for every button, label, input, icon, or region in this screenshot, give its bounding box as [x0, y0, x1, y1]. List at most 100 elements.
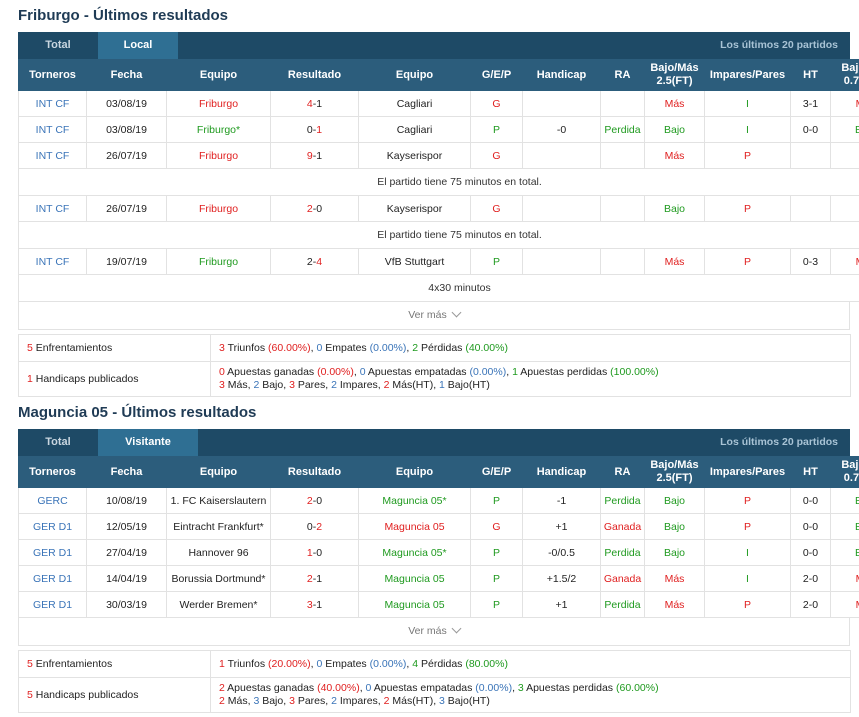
odd-even: P [704, 591, 791, 618]
summary-segment: (0.00%) [369, 657, 407, 670]
handicap: -0/0.5 [522, 539, 601, 566]
column-header: G/E/P [470, 59, 523, 91]
summary-label-text: Enfrentamientos [32, 657, 113, 670]
home-team[interactable]: Friburgo [166, 195, 271, 222]
summary-values: 1 Triunfos (20.00%), 0 Empates (0.00%), … [210, 650, 851, 678]
score: 9-1 [270, 142, 359, 169]
tournament[interactable]: GER D1 [18, 539, 87, 566]
results-block: Total Local Los últimos 20 partidos Tornero… [18, 32, 859, 397]
header-row: Torneros Fecha Equipo Resultado Equipo G/E/P H… [18, 456, 859, 488]
summary-segment: (20.00%) [268, 657, 311, 670]
odd-even: I [704, 90, 791, 117]
last-matches-note: Los últimos 20 partidos [720, 436, 838, 448]
summary-values: 0 Apuestas ganadas (0.00%), 0 Apuestas e… [210, 361, 851, 397]
away-team[interactable]: Kayserispor [358, 142, 471, 169]
tournament[interactable]: GERC [18, 487, 87, 514]
match-date: 03/08/19 [86, 116, 167, 143]
home-team[interactable]: Friburgo [166, 248, 271, 275]
tournament[interactable]: GER D1 [18, 591, 87, 618]
chevron-down-icon [451, 307, 462, 318]
summary-segment: Apuestas ganadas [224, 682, 318, 694]
match-date: 26/07/19 [86, 195, 167, 222]
score-away: 0 [316, 494, 323, 507]
column-header: Resultado [270, 59, 359, 91]
tournament[interactable]: GER D1 [18, 565, 87, 592]
over-under-ft: Bajo [644, 195, 705, 222]
tab-visitante[interactable]: Visitante [98, 429, 198, 456]
header-row: Torneros Fecha Equipo Resultado Equipo G/E/P H… [18, 59, 859, 91]
handicap: +1 [522, 591, 601, 618]
away-team[interactable]: Maguncia 05 [358, 513, 471, 540]
tournament[interactable]: INT CF [18, 248, 87, 275]
summary-segment: Pares, [294, 695, 332, 707]
away-team[interactable]: Cagliari [358, 116, 471, 143]
away-team[interactable]: Cagliari [358, 90, 471, 117]
home-team[interactable]: 1. FC Kaiserslautern [166, 487, 271, 514]
over-under-ht: Más [830, 591, 859, 618]
home-team[interactable]: Friburgo* [166, 116, 271, 143]
home-team[interactable]: Friburgo [166, 142, 271, 169]
ver-mas-label: Ver más [408, 625, 447, 637]
summary-segment: Pérdidas [418, 341, 466, 354]
column-header: Impares/Pares [704, 456, 791, 488]
summary-segment: Triunfos [224, 341, 269, 354]
summary-segment: (40.00%) [465, 341, 508, 354]
column-header: Torneros [18, 456, 87, 488]
away-team[interactable]: VfB Stuttgart [358, 248, 471, 275]
handicap: -0 [522, 116, 601, 143]
column-header: Equipo [358, 456, 471, 488]
summary-segment: (60.00%) [268, 341, 311, 354]
match-note-row: El partido tiene 75 minutos en total. [18, 221, 859, 249]
tournament[interactable]: GER D1 [18, 513, 87, 540]
results-table: Torneros Fecha Equipo Resultado Equipo G/E/P H… [18, 456, 859, 618]
home-team[interactable]: Werder Bremen* [166, 591, 271, 618]
away-team[interactable]: Maguncia 05* [358, 487, 471, 514]
over-under-ft: Más [644, 248, 705, 275]
odd-even: I [704, 565, 791, 592]
handicap [522, 248, 601, 275]
summary-line: 3 Triunfos (60.00%), 0 Empates (0.00%), … [219, 342, 842, 355]
ver-mas-button[interactable]: Ver más [18, 618, 850, 646]
away-team[interactable]: Maguncia 05 [358, 565, 471, 592]
match-note: El partido tiene 75 minutos en total. [18, 221, 859, 249]
summary-segment: (0.00%) [369, 341, 407, 354]
odd-even: P [704, 142, 791, 169]
home-team[interactable]: Friburgo [166, 90, 271, 117]
odd-even: P [704, 513, 791, 540]
summary-segment: (0.00%) [317, 366, 354, 378]
summary-segment: (0.00%) [469, 366, 507, 378]
handicap: +1.5/2 [522, 565, 601, 592]
score: 0-2 [270, 513, 359, 540]
halftime-score: 0-0 [790, 539, 831, 566]
handicap-result: Ganada [600, 513, 645, 540]
over-under-ht: Bajo [830, 539, 859, 566]
chevron-down-icon [451, 623, 462, 634]
away-team[interactable]: Kayserispor [358, 195, 471, 222]
tournament[interactable]: INT CF [18, 90, 87, 117]
tournament[interactable]: INT CF [18, 195, 87, 222]
score: 2-0 [270, 487, 359, 514]
over-under-ft: Más [644, 591, 705, 618]
home-team[interactable]: Borussia Dortmund* [166, 565, 271, 592]
tab-total[interactable]: Total [18, 429, 98, 456]
home-team[interactable]: Eintracht Frankfurt* [166, 513, 271, 540]
away-team[interactable]: Maguncia 05 [358, 591, 471, 618]
ver-mas-button[interactable]: Ver más [18, 302, 850, 330]
summary-segment: Impares, [336, 379, 384, 391]
over-under-ht [830, 142, 859, 169]
tab-total[interactable]: Total [18, 32, 98, 59]
result-gep: P [470, 487, 523, 514]
tab-local[interactable]: Local [98, 32, 178, 59]
column-header: Resultado [270, 456, 359, 488]
home-team[interactable]: Hannover 96 [166, 539, 271, 566]
score: 2-1 [270, 565, 359, 592]
match-date: 27/04/19 [86, 539, 167, 566]
result-gep: G [470, 90, 523, 117]
tab-bar: Total Local Los últimos 20 partidos [18, 32, 850, 59]
score-away: 0 [316, 546, 323, 559]
tournament[interactable]: INT CF [18, 142, 87, 169]
tournament[interactable]: INT CF [18, 116, 87, 143]
column-header: Equipo [166, 456, 271, 488]
handicap [522, 90, 601, 117]
away-team[interactable]: Maguncia 05* [358, 539, 471, 566]
